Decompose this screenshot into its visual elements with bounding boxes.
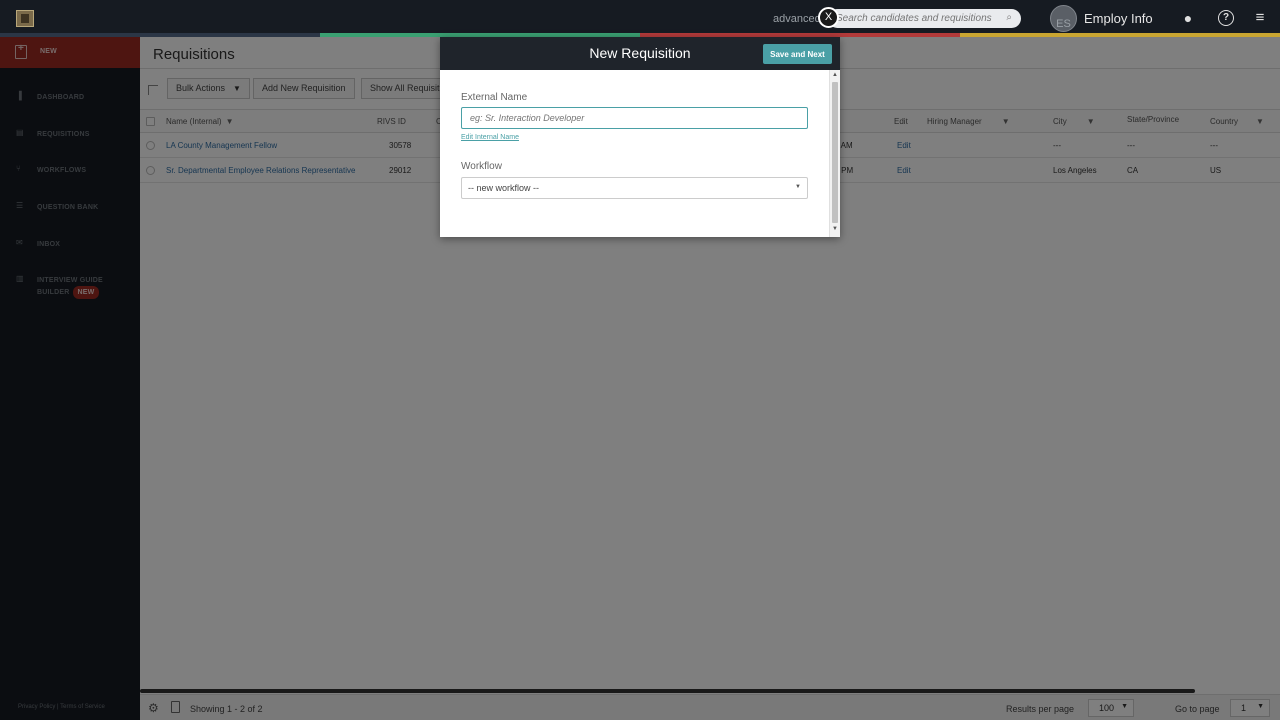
- username[interactable]: Employ Info: [1084, 11, 1153, 26]
- edit-internal-name-link[interactable]: Edit Internal Name: [461, 134, 519, 141]
- menu-icon[interactable]: ≡: [1252, 10, 1268, 26]
- workflow-label: Workflow: [461, 161, 502, 172]
- scrollbar-thumb[interactable]: [832, 82, 838, 223]
- top-bar: advanced ⌕ ES Employ Info ● ? ≡: [0, 0, 1280, 37]
- close-modal-button[interactable]: X: [818, 7, 839, 28]
- search-icon[interactable]: ⌕: [1006, 12, 1012, 23]
- workflow-select[interactable]: -- new workflow -- ▼: [461, 177, 808, 199]
- advanced-search-link[interactable]: advanced: [773, 13, 821, 25]
- scroll-up-icon[interactable]: ▲: [832, 72, 838, 78]
- globe-icon[interactable]: ●: [1180, 10, 1196, 26]
- scroll-down-icon[interactable]: ▼: [832, 226, 838, 232]
- modal-body: External Name Edit Internal Name Workflo…: [440, 70, 830, 237]
- external-name-label: External Name: [461, 92, 528, 103]
- help-icon[interactable]: ?: [1218, 10, 1234, 26]
- new-requisition-modal: New Requisition Save and Next External N…: [440, 37, 840, 237]
- avatar[interactable]: ES: [1050, 5, 1077, 32]
- chevron-down-icon: ▼: [795, 184, 801, 190]
- modal-header: New Requisition Save and Next: [440, 37, 840, 70]
- search-input[interactable]: [836, 11, 996, 26]
- search-box[interactable]: ⌕: [828, 9, 1021, 28]
- external-name-input[interactable]: [461, 107, 808, 129]
- workflow-selected-value: -- new workflow --: [468, 183, 540, 193]
- modal-scrollbar[interactable]: ▲ ▼: [829, 70, 840, 237]
- app-logo[interactable]: [16, 10, 34, 27]
- save-and-next-button[interactable]: Save and Next: [763, 44, 832, 64]
